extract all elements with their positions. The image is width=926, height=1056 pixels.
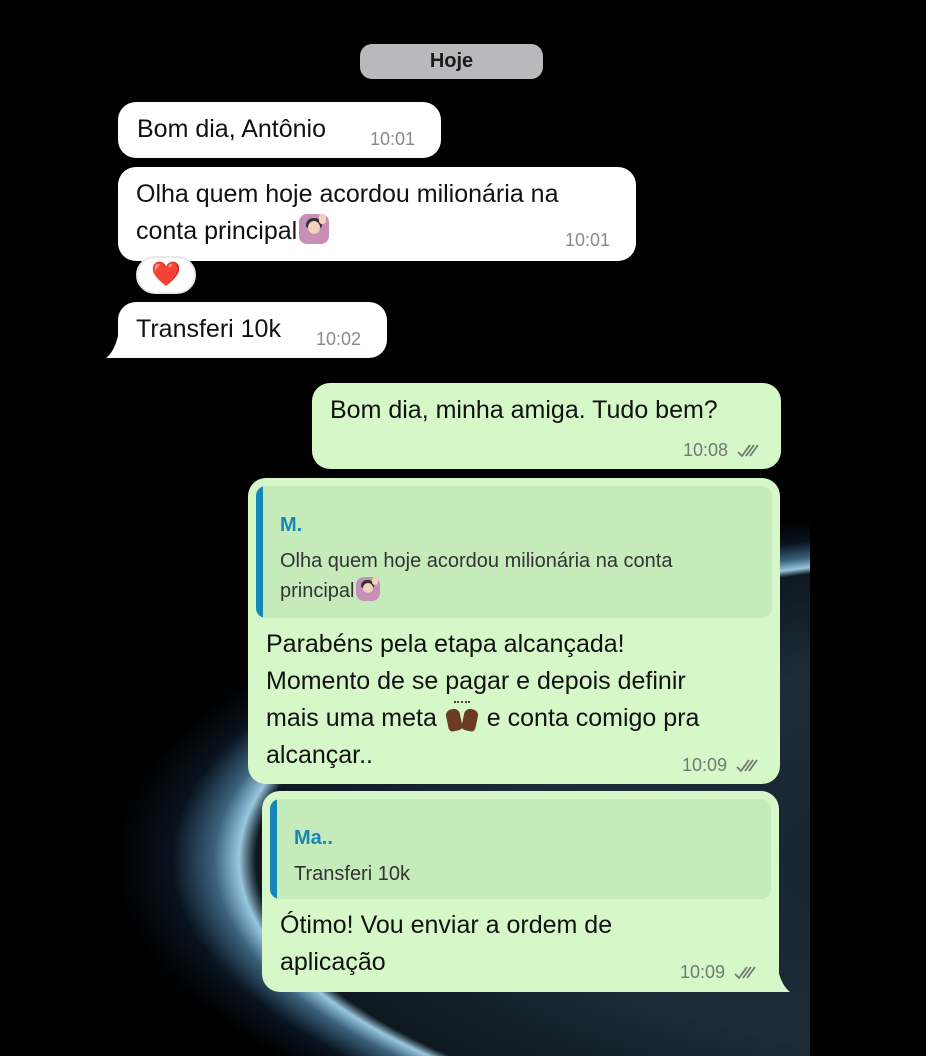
message-time: 10:09 — [680, 962, 726, 982]
message-text: Transferi 10k — [136, 315, 281, 343]
incoming-message[interactable]: Transferi 10k 10:02 — [118, 302, 387, 358]
quoted-text-segment: principal — [280, 580, 355, 602]
message-text-line: aplicação — [280, 948, 386, 976]
message-text-line: mais uma meta e conta comigo pra — [266, 700, 699, 737]
read-receipt-icon — [736, 759, 758, 773]
raising-hands-icon — [444, 701, 480, 733]
message-text-line: Momento de se pagar e depois definir — [266, 667, 686, 695]
read-receipt-icon — [734, 966, 756, 980]
incoming-message[interactable]: Olha quem hoje acordou milionária na con… — [118, 167, 636, 261]
quote-accent-bar — [256, 486, 263, 618]
date-separator: Hoje — [360, 44, 543, 79]
message-text-line: Parabéns pela etapa alcançada! — [266, 630, 625, 658]
woman-raising-hand-icon — [356, 577, 381, 601]
quoted-text-line: Transferi 10k — [294, 863, 410, 885]
message-text-line: Ótimo! Vou enviar a ordem de — [280, 911, 613, 939]
message-text-segment: e conta comigo pra — [486, 704, 700, 732]
message-text-line: alcançar.. — [266, 741, 374, 769]
chat-screen: Hoje Bom dia, Antônio 10:01 Olha quem ho… — [0, 0, 926, 1056]
message-time: 10:09 — [682, 755, 728, 775]
quoted-text-line: Olha quem hoje acordou milionária na con… — [280, 550, 673, 572]
message-time: 10:01 — [565, 230, 611, 250]
outgoing-message[interactable]: Ma.. Transferi 10k Ótimo! Vou enviar a o… — [262, 791, 779, 992]
quote-accent-bar — [270, 799, 277, 899]
incoming-message[interactable]: Bom dia, Antônio 10:01 — [118, 102, 441, 158]
message-text-line: Olha quem hoje acordou milionária na — [136, 180, 559, 208]
message-time: 10:01 — [370, 129, 416, 149]
bubble-tail — [772, 970, 790, 992]
outgoing-message[interactable]: M. Olha quem hoje acordou milionária na … — [248, 478, 780, 784]
message-text: Bom dia, Antônio — [137, 115, 327, 143]
woman-raising-hand-icon — [299, 214, 330, 244]
message-text-segment: conta principal — [136, 217, 298, 245]
quoted-text-line: principal — [280, 576, 381, 606]
quoted-sender-name: M. — [280, 514, 303, 536]
quoted-message[interactable]: Ma.. Transferi 10k — [270, 799, 771, 899]
message-text-line: conta principal — [136, 213, 330, 250]
message-time: 10:02 — [316, 329, 362, 349]
message-time: 10:08 — [683, 440, 729, 460]
message-text: Bom dia, minha amiga. Tudo bem? — [330, 396, 718, 424]
message-text-segment: mais uma meta — [266, 704, 437, 732]
bubble-tail — [106, 336, 124, 358]
heart-reaction-icon[interactable]: ❤️ — [136, 256, 196, 294]
read-receipt-icon — [737, 444, 759, 458]
outgoing-message[interactable]: Bom dia, minha amiga. Tudo bem? 10:08 — [312, 383, 781, 469]
quoted-sender-name: Ma.. — [294, 827, 333, 849]
quoted-message[interactable]: M. Olha quem hoje acordou milionária na … — [256, 486, 772, 618]
